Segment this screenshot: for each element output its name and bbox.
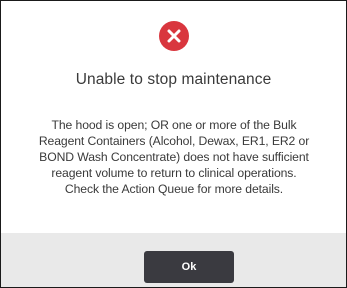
dialog-title: Unable to stop maintenance <box>75 71 272 88</box>
message-line: The hood is open; OR one or more of the … <box>51 118 297 132</box>
message-line: Check the Action Queue for more details. <box>64 182 284 196</box>
message-line: Reagent Containers (Alcohol, Dewax, ER1,… <box>38 134 310 148</box>
ok-button[interactable]: Ok <box>144 251 234 283</box>
message-line: reagent volume to return to clinical ope… <box>51 166 297 180</box>
error-x-circle-icon <box>159 21 189 51</box>
error-dialog: Unable to stop maintenance The hood is o… <box>0 0 347 288</box>
dialog-message: The hood is open; OR one or more of the … <box>15 117 333 197</box>
message-line: BOND Wash Concentrate) does not have suf… <box>39 150 309 164</box>
